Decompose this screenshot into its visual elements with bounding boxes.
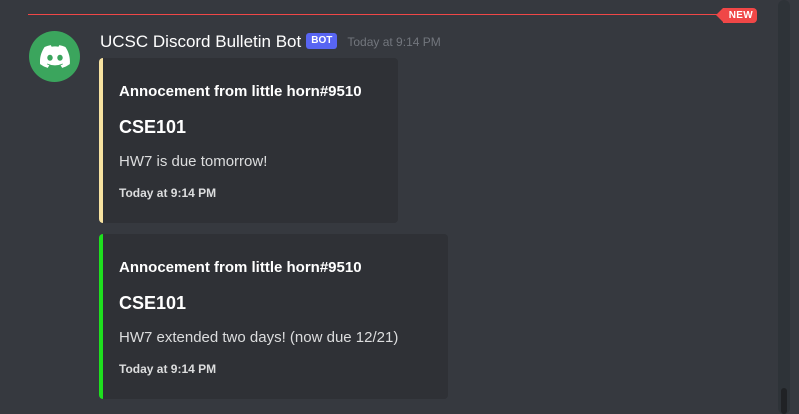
bot-tag: BOT (306, 33, 338, 49)
embed-description: HW7 is due tomorrow! (119, 153, 268, 170)
avatar[interactable] (29, 31, 80, 82)
message-header: UCSC Discord Bulletin Bot BOT Today at 9… (100, 31, 441, 53)
scrollbar-thumb[interactable] (781, 388, 787, 414)
embed-title: CSE101 (119, 117, 187, 137)
new-messages-badge: NEW (715, 8, 757, 23)
scrollbar-track[interactable] (778, 0, 790, 414)
embed-author: Annocement from little horn#9510 (119, 83, 362, 100)
embed-card: Annocement from little horn#9510 CSE101 … (99, 58, 398, 223)
chat-area: NEW UCSC Discord Bulletin Bot BOT Today … (0, 0, 799, 414)
embed-description: HW7 extended two days! (now due 12/21) (119, 329, 399, 346)
embed-footer: Today at 9:14 PM (119, 186, 217, 200)
new-messages-divider (28, 14, 757, 15)
message-timestamp[interactable]: Today at 9:14 PM (347, 35, 440, 49)
username[interactable]: UCSC Discord Bulletin Bot (100, 32, 301, 52)
discord-logo-icon (39, 45, 70, 68)
embed-title: CSE101 (119, 293, 187, 313)
embed-footer: Today at 9:14 PM (119, 362, 217, 376)
embed-author: Annocement from little horn#9510 (119, 259, 362, 276)
embed-card: Annocement from little horn#9510 CSE101 … (99, 234, 448, 399)
